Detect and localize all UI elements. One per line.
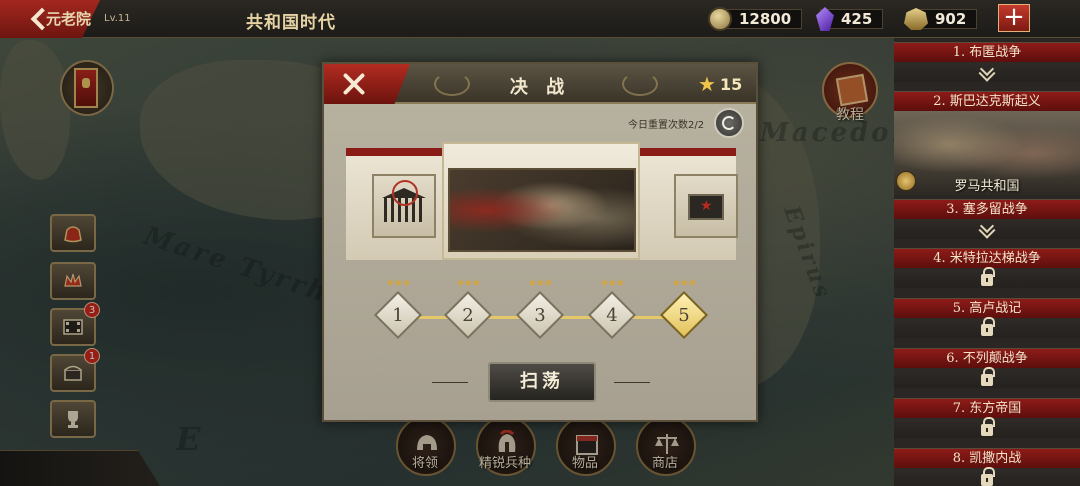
gem-resource: 425 (816, 7, 884, 31)
battle-stage (346, 142, 738, 262)
coin-icon (708, 7, 732, 31)
level-stars: ★★★ (386, 278, 411, 289)
campaign-title: 7. 东方帝国 (894, 399, 1080, 418)
campaign-item[interactable]: 1. 布匿战争 (894, 42, 1080, 82)
divider-left (432, 382, 468, 383)
campaign-title: 5. 高卢战记 (894, 299, 1080, 318)
lock-icon (981, 367, 995, 386)
campaign-title: 1. 布匿战争 (894, 43, 1080, 62)
reset-button[interactable] (714, 108, 744, 138)
lock-icon (981, 417, 995, 436)
battle-dialog: 决 战 ★ 15 今日重置次数2/2 ★★★ 1 ★★★ (322, 62, 758, 422)
chevron-down-icon (979, 218, 995, 234)
level-number: 5 (678, 305, 690, 326)
level-number: 4 (606, 305, 618, 326)
campaign-title: 3. 塞多留战争 (894, 200, 1080, 219)
campaign-artwork: 罗马共和国 (894, 111, 1080, 195)
target-temple-icon[interactable] (372, 174, 436, 238)
laurel-right-icon (622, 72, 658, 96)
lock-icon (981, 467, 995, 486)
level-node[interactable]: ★★★ 2 (442, 278, 494, 342)
senate-label: 元老院 (46, 10, 92, 28)
level-number: 3 (534, 305, 546, 326)
era-title: 共和国时代 (246, 13, 336, 33)
level-number: 2 (462, 305, 474, 326)
helmet-resource: 902 (904, 7, 978, 31)
reset-count-text: 今日重置次数2/2 (628, 120, 705, 131)
chevron-down-icon (979, 61, 995, 77)
senate-level: Lv.11 (104, 13, 131, 24)
level-number: 1 (392, 305, 404, 326)
level-node-current[interactable]: ★★★ 5 (658, 278, 710, 342)
difficulty-levels: ★★★ 1 ★★★ 2 ★★★ 3 ★★★ 4 ★★★ 5 (372, 278, 712, 340)
campaign-item[interactable]: 3. 塞多留战争 (894, 199, 1080, 239)
campaign-title: 8. 凯撒内战 (894, 449, 1080, 468)
target-reticle-icon (392, 180, 418, 206)
campaign-title: 4. 米特拉达梯战争 (894, 249, 1080, 268)
level-stars: ★★★ (528, 278, 553, 289)
lock-icon (981, 317, 995, 336)
level-stars: ★★★ (600, 278, 625, 289)
reward-chest-icon[interactable] (674, 174, 738, 238)
campaign-item-locked[interactable]: 5. 高卢战记 (894, 298, 1080, 338)
level-stars: ★★★ (456, 278, 481, 289)
level-stars: ★★★ (672, 278, 697, 289)
level-node[interactable]: ★★★ 1 (372, 278, 424, 342)
battle-artwork (448, 168, 636, 252)
campaign-item-locked[interactable]: 6. 不列颠战争 (894, 348, 1080, 388)
campaign-item-locked[interactable]: 7. 东方帝国 (894, 398, 1080, 438)
star-count: 15 (719, 74, 743, 94)
campaign-title: 6. 不列颠战争 (894, 349, 1080, 368)
refresh-icon (722, 116, 736, 130)
dialog-header: 决 战 ★ 15 (324, 64, 756, 104)
star-icon: ★ (698, 72, 716, 96)
campaign-item-selected[interactable]: 2. 斯巴达克斯起义 罗马共和国 (894, 91, 1080, 195)
add-resource-button[interactable]: + (998, 4, 1030, 32)
level-node[interactable]: ★★★ 3 (514, 278, 566, 342)
faction-name: 罗马共和国 (954, 179, 1020, 194)
campaign-list[interactable]: 1. 布匿战争 2. 斯巴达克斯起义 罗马共和国 3. 塞多留战争 4. 米特拉… (894, 38, 1080, 486)
level-node[interactable]: ★★★ 4 (586, 278, 638, 342)
coin-resource: 12800 (708, 7, 803, 31)
dialog-title: 决 战 (509, 77, 571, 98)
top-bar: 共和国时代 12800 425 902 + (0, 0, 1080, 38)
sweep-button[interactable]: 扫荡 (488, 362, 596, 402)
lock-icon (981, 267, 995, 286)
campaign-item-locked[interactable]: 4. 米特拉达梯战争 (894, 248, 1080, 288)
divider-right (614, 382, 650, 383)
campaign-title: 2. 斯巴达克斯起义 (894, 92, 1080, 111)
star-total: ★ 15 (698, 72, 742, 96)
campaign-item-locked[interactable]: 8. 凯撒内战 (894, 448, 1080, 486)
chest-box (688, 194, 724, 220)
